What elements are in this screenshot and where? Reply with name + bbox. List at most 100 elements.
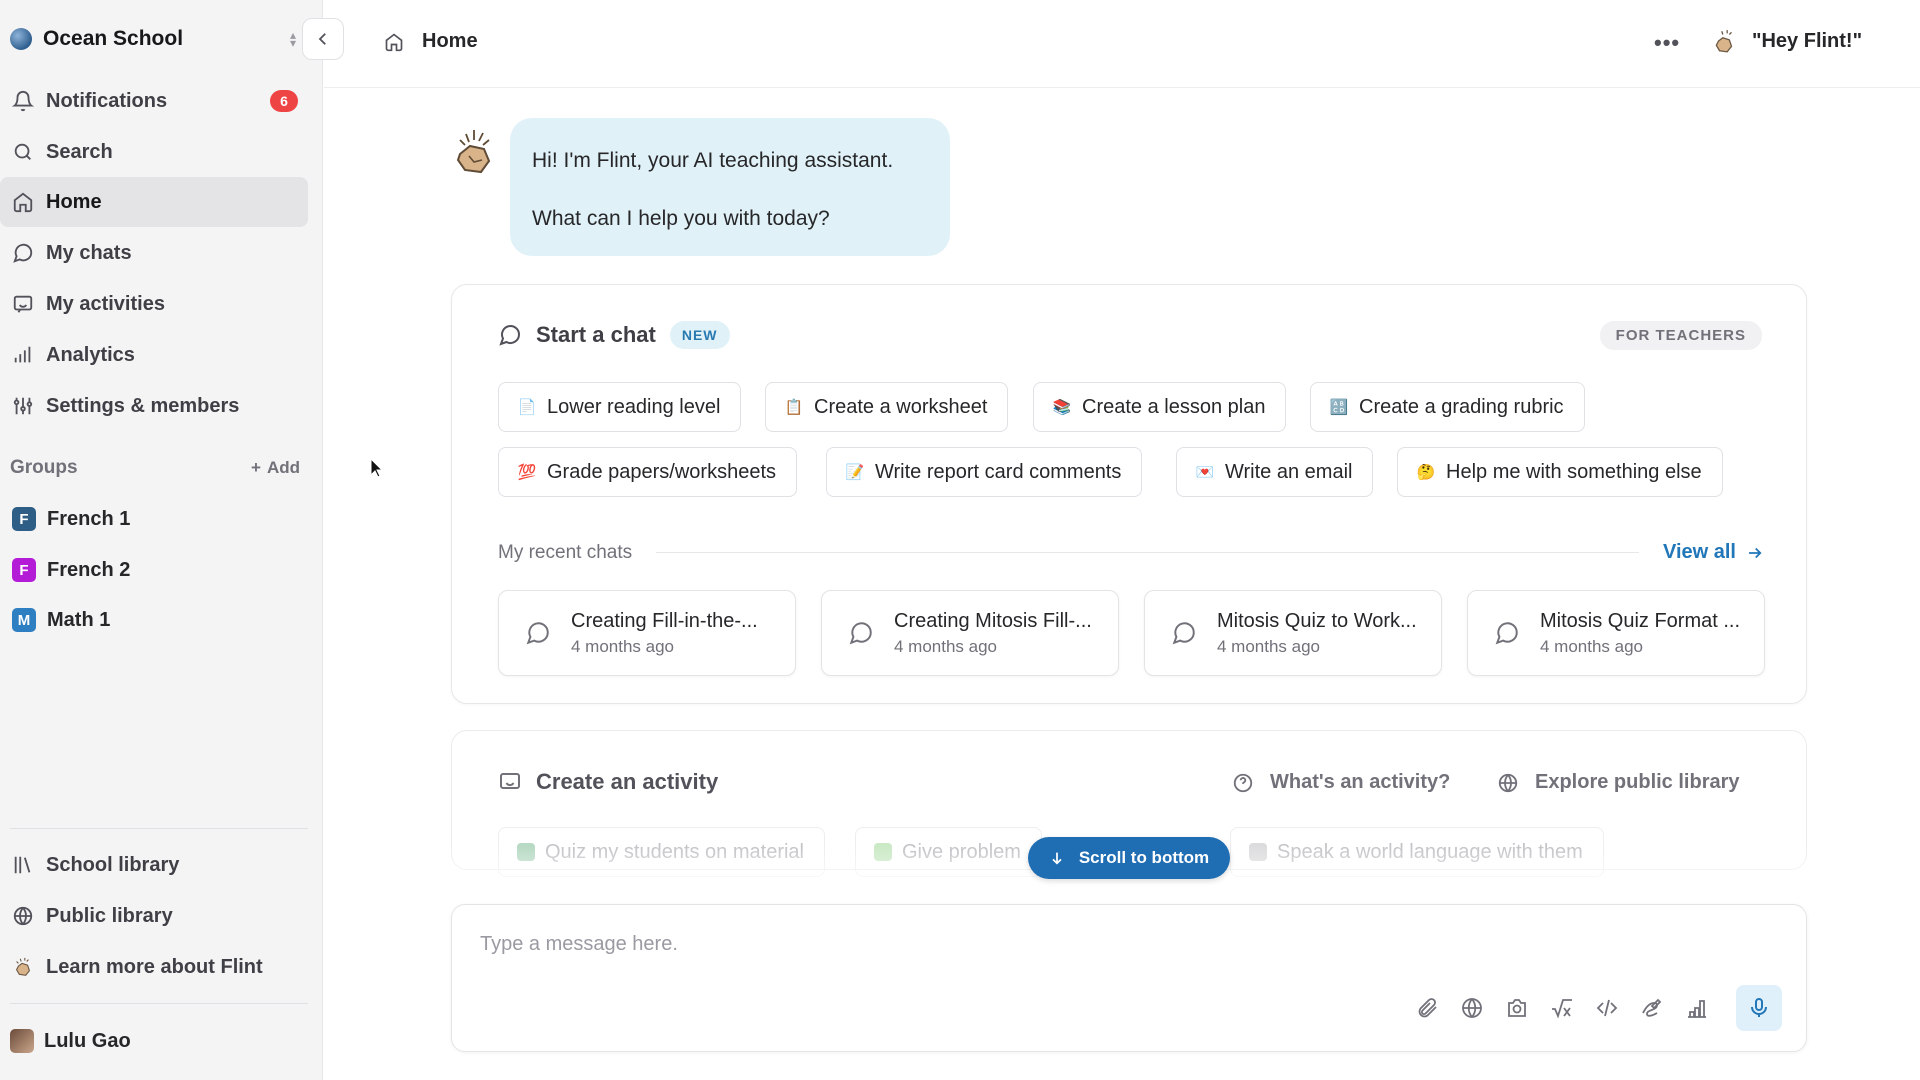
sidebar-item-learn-flint[interactable]: Learn more about Flint bbox=[0, 942, 308, 992]
web-button[interactable] bbox=[1455, 991, 1489, 1025]
start-chat-card: Start a chat NEW FOR TEACHERS 📄 Lower re… bbox=[451, 284, 1807, 704]
whats-activity-link[interactable]: What's an activity? bbox=[1232, 771, 1450, 794]
recent-chat-card[interactable]: Mitosis Quiz to Work... 4 months ago bbox=[1144, 590, 1442, 676]
message-input[interactable] bbox=[480, 929, 1680, 959]
group-label: Math 1 bbox=[47, 608, 111, 631]
chip-create-grading-rubric[interactable]: 🔠 Create a grading rubric bbox=[1310, 382, 1585, 432]
topbar: Home ••• "Hey Flint!" bbox=[324, 0, 1920, 88]
chevron-updown-icon: ▴ ▾ bbox=[289, 28, 296, 50]
group-item-french-2[interactable]: F French 2 bbox=[12, 553, 130, 587]
add-group-button[interactable]: + Add bbox=[251, 458, 300, 478]
sidebar-item-label: My activities bbox=[46, 292, 165, 315]
sidebar-item-home[interactable]: Home bbox=[0, 177, 308, 227]
sidebar-item-my-chats[interactable]: My chats bbox=[0, 228, 308, 278]
chip-report-card-comments[interactable]: 📝 Write report card comments bbox=[826, 447, 1143, 497]
sidebar-item-analytics[interactable]: Analytics bbox=[0, 330, 308, 380]
chat-icon bbox=[849, 622, 872, 645]
sidebar-divider bbox=[10, 828, 308, 829]
sidebar-item-label: Settings & members bbox=[46, 394, 240, 417]
arrow-right-icon bbox=[1749, 547, 1762, 558]
recent-chat-title: Mitosis Quiz to Work... bbox=[1217, 609, 1417, 632]
abcd-emoji-icon: 🔠 bbox=[1329, 399, 1349, 416]
group-initial-badge: M bbox=[12, 608, 36, 632]
group-item-math-1[interactable]: M Math 1 bbox=[12, 603, 110, 637]
camera-button[interactable] bbox=[1500, 991, 1534, 1025]
chip-label: Write report card comments bbox=[875, 460, 1122, 483]
chip-lower-reading-level[interactable]: 📄 Lower reading level bbox=[498, 382, 742, 432]
recent-chat-title: Creating Fill-in-the-... bbox=[571, 609, 758, 632]
flint-icon bbox=[15, 957, 31, 976]
chart-icon bbox=[1688, 1000, 1706, 1018]
recent-chat-time: 4 months ago bbox=[1217, 636, 1321, 656]
sidebar-item-settings[interactable]: Settings & members bbox=[0, 381, 308, 431]
chat-icon bbox=[13, 243, 33, 263]
mouse-cursor-icon bbox=[370, 458, 384, 478]
sidebar: Ocean School ▴ ▾ Notifications 6 Search H… bbox=[0, 0, 323, 1080]
chip-create-lesson-plan[interactable]: 📚 Create a lesson plan bbox=[1033, 382, 1287, 432]
hey-flint-button[interactable]: "Hey Flint!" bbox=[1712, 28, 1862, 54]
code-button[interactable] bbox=[1590, 991, 1624, 1025]
group-label: French 2 bbox=[47, 558, 131, 581]
code-icon bbox=[1596, 999, 1618, 1017]
sidebar-item-public-library[interactable]: Public library bbox=[0, 891, 308, 941]
sidebar-item-label: Learn more about Flint bbox=[46, 955, 263, 978]
recent-chat-time: 4 months ago bbox=[894, 636, 998, 656]
explore-label: Explore public library bbox=[1535, 771, 1740, 793]
activity-icon bbox=[13, 295, 33, 313]
recent-chat-time: 4 months ago bbox=[571, 636, 675, 656]
chip-label: Create a lesson plan bbox=[1082, 395, 1266, 418]
chip-create-worksheet[interactable]: 📋 Create a worksheet bbox=[765, 382, 1009, 432]
group-initial-badge: F bbox=[12, 507, 36, 531]
sidebar-item-label: Analytics bbox=[46, 343, 135, 366]
globe-icon bbox=[13, 906, 33, 926]
scroll-to-bottom-button[interactable]: Scroll to bottom bbox=[1028, 837, 1230, 879]
arrow-down-icon bbox=[1052, 852, 1062, 865]
workspace-switcher[interactable]: Ocean School ▴ ▾ bbox=[10, 22, 302, 56]
attach-icon bbox=[1418, 998, 1437, 1018]
start-chat-title: Start a chat bbox=[536, 322, 656, 347]
document-emoji-icon: 📄 bbox=[517, 399, 537, 416]
group-label: French 1 bbox=[47, 507, 131, 530]
sidebar-item-search[interactable]: Search bbox=[0, 127, 308, 177]
chart-button[interactable] bbox=[1680, 991, 1714, 1025]
web-icon bbox=[1462, 998, 1482, 1018]
notification-count-badge: 6 bbox=[270, 90, 298, 112]
chip-label: Grade papers/worksheets bbox=[547, 460, 777, 483]
chip-label: Create a grading rubric bbox=[1359, 395, 1564, 418]
chip-write-email[interactable]: 💌 Write an email bbox=[1176, 447, 1374, 497]
recent-chat-card[interactable]: Creating Mitosis Fill-... 4 months ago bbox=[821, 590, 1119, 676]
chip-grade-papers[interactable]: 💯 Grade papers/worksheets bbox=[498, 447, 798, 497]
recent-chat-card[interactable]: Creating Fill-in-the-... 4 months ago bbox=[498, 590, 796, 676]
search-icon bbox=[14, 143, 31, 160]
chip-label: Create a worksheet bbox=[814, 395, 988, 418]
clipboard-emoji-icon: 📋 bbox=[784, 399, 804, 416]
user-profile[interactable]: Lulu Gao bbox=[10, 1026, 131, 1056]
group-item-french-1[interactable]: F French 1 bbox=[12, 502, 130, 536]
library-icon bbox=[14, 856, 31, 874]
analytics-icon bbox=[14, 346, 31, 363]
books-emoji-icon: 📚 bbox=[1052, 399, 1072, 416]
math-button[interactable] bbox=[1545, 991, 1579, 1025]
thinking-emoji-icon: 🤔 bbox=[1416, 464, 1436, 481]
sidebar-item-notifications[interactable]: Notifications 6 bbox=[0, 76, 308, 126]
home-icon bbox=[13, 192, 33, 213]
explore-public-library-link[interactable]: Explore public library bbox=[1497, 771, 1740, 794]
greeting-bubble: Hi! I'm Flint, your AI teaching assistan… bbox=[510, 118, 950, 256]
draw-button[interactable] bbox=[1635, 991, 1669, 1025]
attach-button[interactable] bbox=[1410, 991, 1444, 1025]
bell-icon bbox=[12, 91, 34, 112]
more-options-button[interactable]: ••• bbox=[1654, 30, 1680, 56]
scroll-button-label: Scroll to bottom bbox=[1078, 848, 1210, 867]
sidebar-item-my-activities[interactable]: My activities bbox=[0, 279, 308, 329]
sidebar-item-label: Notifications bbox=[46, 89, 168, 112]
home-icon bbox=[385, 32, 403, 51]
chat-icon bbox=[526, 622, 549, 645]
memo-emoji-icon: 📝 bbox=[845, 464, 865, 481]
workspace-name: Ocean School bbox=[43, 27, 184, 50]
sidebar-item-school-library[interactable]: School library bbox=[0, 840, 308, 890]
view-all-link[interactable]: View all bbox=[1663, 541, 1764, 564]
voice-input-button[interactable] bbox=[1736, 985, 1782, 1031]
chip-help-something-else[interactable]: 🤔 Help me with something else bbox=[1397, 447, 1723, 497]
globe-icon bbox=[1498, 773, 1518, 792]
recent-chat-card[interactable]: Mitosis Quiz Format ... 4 months ago bbox=[1467, 590, 1765, 676]
